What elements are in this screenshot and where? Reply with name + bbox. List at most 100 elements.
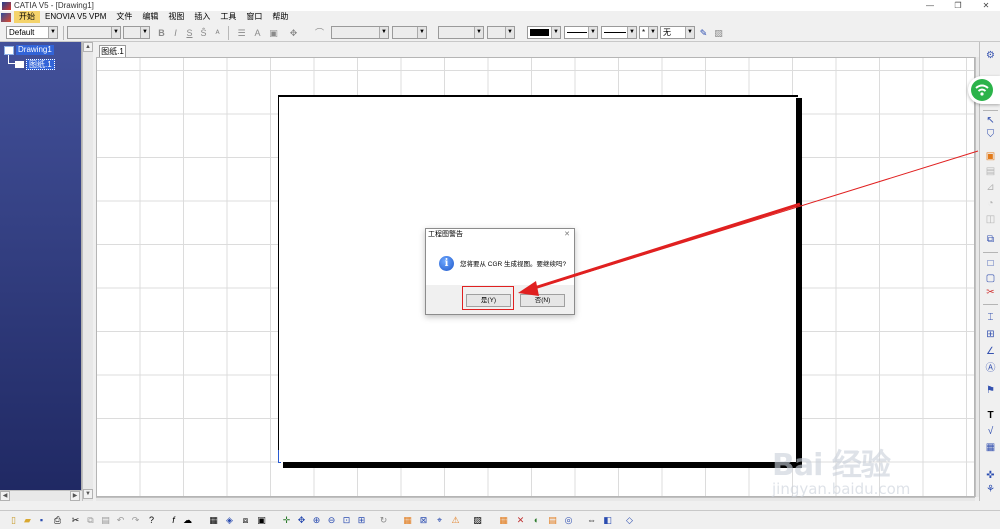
tree-node-drawing[interactable]: Drawing1: [4, 45, 54, 55]
font-combo[interactable]: ▼: [67, 26, 121, 39]
menu-tools[interactable]: 工具: [215, 11, 241, 23]
plane-icon[interactable]: ◇: [624, 515, 635, 526]
point-style-combo[interactable]: * ▼: [639, 26, 658, 39]
restore-button[interactable]: ❐: [944, 0, 972, 11]
catia-menu-logo-icon[interactable]: [1, 12, 11, 22]
menu-enovia[interactable]: ENOVIA V5 VPM: [40, 11, 111, 23]
print-icon[interactable]: ⎙: [52, 515, 63, 526]
menu-view[interactable]: 视图: [163, 11, 189, 23]
menu-start[interactable]: 开始: [14, 11, 40, 23]
menu-insert[interactable]: 插入: [189, 11, 215, 23]
underline-icon[interactable]: S: [184, 27, 195, 39]
scroll-down-icon[interactable]: ▼: [83, 489, 93, 499]
table-icon[interactable]: ▦: [984, 442, 997, 454]
new-detail-icon[interactable]: ▢: [984, 273, 997, 285]
cut-icon[interactable]: ✂: [70, 515, 81, 526]
wizard-icon[interactable]: ⧉: [984, 234, 997, 246]
formula-icon[interactable]: f: [168, 515, 179, 526]
fit-view-icon[interactable]: ✛: [281, 515, 292, 526]
style-combo[interactable]: Default ▼: [6, 26, 58, 39]
clipping-view-icon[interactable]: ◫: [984, 214, 997, 226]
menu-file[interactable]: 文件: [111, 11, 137, 23]
axis-icon[interactable]: ✜: [984, 470, 997, 482]
analysis-icon[interactable]: ⚠: [450, 515, 461, 526]
canvas-horizontal-scrollbar[interactable]: [96, 497, 975, 501]
grid-icon[interactable]: ▦: [402, 515, 413, 526]
anchor-point-icon[interactable]: ▣: [268, 27, 279, 39]
tree-vertical-scrollbar[interactable]: ▲ ▼: [82, 42, 93, 501]
visualization-icon[interactable]: ◐: [531, 515, 542, 526]
break-view-icon[interactable]: ✂: [984, 287, 997, 299]
paint-brush-icon[interactable]: ✎: [698, 27, 709, 39]
bold-icon[interactable]: B: [156, 27, 167, 39]
zoom-area-icon[interactable]: ⊞: [356, 515, 367, 526]
dimension-combo[interactable]: ▼: [331, 26, 389, 39]
zoom-in-icon[interactable]: ⊕: [311, 515, 322, 526]
paste-icon[interactable]: ▤: [100, 515, 111, 526]
dimension-icon[interactable]: ⌶: [984, 312, 997, 324]
thickness-combo[interactable]: ▼: [601, 26, 637, 39]
sheet-style-icon[interactable]: ▨: [472, 515, 483, 526]
symbol-icon[interactable]: ✥: [288, 27, 299, 39]
align-left-icon[interactable]: ☰: [236, 27, 247, 39]
dimension-tools-icon[interactable]: ⇔: [586, 515, 597, 526]
filter-icon[interactable]: ◎: [563, 515, 574, 526]
detail-view-icon[interactable]: ◔: [984, 198, 997, 210]
update-icon[interactable]: ↻: [378, 515, 389, 526]
help-icon[interactable]: ?: [146, 515, 157, 526]
linetype-combo[interactable]: ▼: [564, 26, 598, 39]
italic-icon[interactable]: I: [170, 27, 181, 39]
comment-icon[interactable]: ☁: [182, 515, 193, 526]
view-mode-icon[interactable]: ◈: [224, 515, 235, 526]
menu-window[interactable]: 窗口: [241, 11, 267, 23]
text-box-icon[interactable]: Ⓐ: [984, 363, 997, 375]
text-icon[interactable]: T: [984, 410, 997, 422]
sheet-tab[interactable]: 图纸.1: [99, 45, 126, 57]
font-size-combo[interactable]: ▼: [123, 26, 150, 39]
zoom-out-icon[interactable]: ⊖: [326, 515, 337, 526]
fill-combo[interactable]: 无 ▼: [660, 26, 695, 39]
redo-icon[interactable]: ↷: [130, 515, 141, 526]
select-arrow-icon[interactable]: ↖: [984, 115, 997, 127]
position-icon[interactable]: ◧: [602, 515, 613, 526]
scroll-right-icon[interactable]: ▶: [70, 491, 80, 501]
scroll-up-icon[interactable]: ▲: [83, 42, 93, 52]
minimize-button[interactable]: —: [916, 0, 944, 11]
superscript-icon[interactable]: ᴬ: [212, 27, 223, 39]
color-combo[interactable]: ▼: [527, 26, 561, 39]
format-combo[interactable]: ▼: [487, 26, 515, 39]
text-frame-icon[interactable]: A: [252, 27, 263, 39]
section-view-icon[interactable]: ⊿: [984, 182, 997, 194]
tolerance-combo[interactable]: ▼: [392, 26, 427, 39]
dress-up-icon[interactable]: ✕: [515, 515, 526, 526]
copy-icon[interactable]: ⧉: [85, 515, 96, 526]
fit-all-icon[interactable]: ▦: [208, 515, 219, 526]
table-grid-icon[interactable]: ▦: [498, 515, 509, 526]
pan-icon[interactable]: ✥: [296, 515, 307, 526]
scroll-left-icon[interactable]: ◀: [0, 491, 10, 501]
close-window-button[interactable]: ✕: [972, 0, 1000, 11]
dimension-chain-icon[interactable]: ⊞: [984, 329, 997, 341]
view-from-3d-icon[interactable]: ▣: [984, 151, 997, 163]
dialog-close-icon[interactable]: ✕: [564, 229, 570, 241]
roughness-icon[interactable]: √: [984, 426, 997, 438]
normal-view-icon[interactable]: ⊡: [341, 515, 352, 526]
tree-horizontal-scrollbar[interactable]: ◀ ▶: [0, 490, 82, 501]
wifi-badge[interactable]: [968, 76, 1000, 104]
strikethrough-icon[interactable]: Ŝ: [198, 27, 209, 39]
layer-icon[interactable]: ▣: [256, 515, 267, 526]
sheet-analysis-icon[interactable]: ⛉: [984, 129, 997, 141]
hatch-icon[interactable]: ▨: [713, 27, 724, 39]
dimension-style-icon[interactable]: ⌒: [314, 27, 325, 39]
open-folder-icon[interactable]: ▰: [22, 515, 33, 526]
projection-view-icon[interactable]: ▤: [984, 166, 997, 178]
no-button[interactable]: 否(N): [520, 294, 565, 307]
save-icon[interactable]: ▪: [36, 515, 47, 526]
menu-help[interactable]: 帮助: [267, 11, 293, 23]
tree-node-sheet[interactable]: 图纸.1: [15, 59, 55, 70]
thread-icon[interactable]: ⚘: [984, 484, 997, 496]
new-file-icon[interactable]: ▯: [8, 515, 19, 526]
angle-dimension-icon[interactable]: ∠: [984, 346, 997, 358]
new-sheet-icon[interactable]: □: [984, 258, 997, 270]
precision-combo[interactable]: ▼: [438, 26, 484, 39]
